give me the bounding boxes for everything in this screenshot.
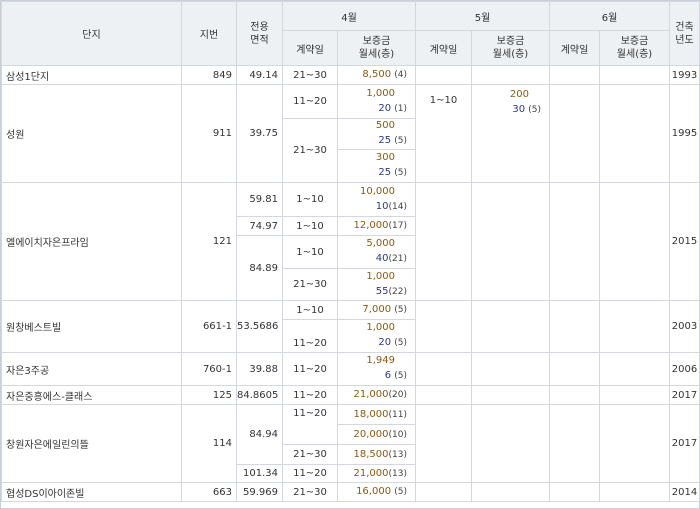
area-value: 84.89 xyxy=(236,235,283,301)
built-year: 1995 xyxy=(669,84,700,183)
contract-day: 21~30 xyxy=(282,65,338,85)
complex-name: 원창베스트빌 xyxy=(1,300,182,353)
contract-day: 21~30 xyxy=(282,444,338,465)
jun-contract-day-header: 계약일 xyxy=(549,30,600,66)
area-value: 101.34 xyxy=(236,464,283,483)
deposit-cell: 200 30 (5) xyxy=(471,84,550,183)
contract-day: 11~20 xyxy=(282,404,338,445)
area-value: 84.8605 xyxy=(236,385,283,405)
rent-transaction-table: 단지 지번 전용 면적 4월 5월 6월 건축 년도 계약일 보증금 월세(층)… xyxy=(1,1,700,502)
deposit-cell: 16,000 (5) xyxy=(337,482,416,502)
area-value: 53.5686 xyxy=(236,300,283,353)
complex-name: 창원자은에일린의뜰 xyxy=(1,404,182,483)
may-contract-day-header: 계약일 xyxy=(415,30,472,66)
deposit-cell: 7,000 (5) xyxy=(337,300,416,320)
table-row: 협성DS이아이존빌 663 59.969 21~30 16,000 (5) 20… xyxy=(1,482,700,502)
deposit-cell: 21,000(13) xyxy=(337,464,416,483)
complex-name: 협성DS이아이존빌 xyxy=(1,482,182,502)
area-value: 59.969 xyxy=(236,482,283,502)
complex-name: 삼성1단지 xyxy=(1,65,182,85)
table-row: 자은중흥에스-클래스 125 84.8605 11~20 21,000(20) … xyxy=(1,385,700,405)
built-year: 2017 xyxy=(669,385,700,405)
lot-number: 849 xyxy=(181,65,237,85)
contract-day: 1~10 xyxy=(282,216,338,236)
contract-day: 21~30 xyxy=(282,482,338,502)
table-row: 자은3주공 760-1 39.88 11~20 1,949 6 (5) 2006 xyxy=(1,352,700,386)
built-year: 2014 xyxy=(669,482,700,502)
col-header-area: 전용 면적 xyxy=(236,1,283,66)
contract-day: 1~10 xyxy=(282,300,338,320)
contract-day: 11~20 xyxy=(282,84,338,119)
area-value: 39.88 xyxy=(236,352,283,386)
table-row: 성원 911 39.75 11~20 1,000 20 (1) 1~10 200… xyxy=(1,84,700,183)
area-value: 39.75 xyxy=(236,84,283,183)
col-header-april: 4월 xyxy=(282,1,416,31)
area-value: 49.14 xyxy=(236,65,283,85)
contract-day: 11~20 xyxy=(282,352,338,386)
built-year: 2017 xyxy=(669,404,700,483)
deposit-cell: 500 25 (5) xyxy=(337,118,416,150)
deposit-cell: 12,000(17) xyxy=(337,216,416,236)
col-header-complex: 단지 xyxy=(1,1,182,66)
built-year: 2003 xyxy=(669,300,700,353)
contract-day: 21~30 xyxy=(282,118,338,183)
deposit-cell: 5,000 40(21) xyxy=(337,235,416,269)
lot-number: 661-1 xyxy=(181,300,237,353)
contract-day: 11~20 xyxy=(282,385,338,405)
jun-deposit-rent-header: 보증금 월세(층) xyxy=(599,30,670,66)
built-year: 2006 xyxy=(669,352,700,386)
complex-name: 성원 xyxy=(1,84,182,183)
lot-number: 121 xyxy=(181,182,237,301)
table-row: 엘에이치자은프라임 121 59.81 1~10 10,000 10(14) 2… xyxy=(1,182,700,301)
table-row: 창원자은에일린의뜰 114 84.94 11~20 18,000(11) 201… xyxy=(1,404,700,483)
col-header-built-year: 건축 년도 xyxy=(669,1,700,66)
deposit-cell: 1,000 20 (5) xyxy=(337,319,416,353)
deposit-cell: 18,000(11) xyxy=(337,404,416,425)
lot-number: 663 xyxy=(181,482,237,502)
may-deposit-rent-header: 보증금 월세(층) xyxy=(471,30,550,66)
col-header-june: 6월 xyxy=(549,1,670,31)
complex-name: 엘에이치자은프라임 xyxy=(1,182,182,301)
col-header-lot: 지번 xyxy=(181,1,237,66)
built-year: 2015 xyxy=(669,182,700,301)
apr-deposit-rent-header: 보증금 월세(층) xyxy=(337,30,416,66)
table-row: 원창베스트빌 661-1 53.5686 1~10 7,000 (5) 2003 xyxy=(1,300,700,353)
area-value: 59.81 xyxy=(236,182,283,217)
deposit-cell: 10,000 10(14) xyxy=(337,182,416,217)
deposit-cell: 1,000 20 (1) xyxy=(337,84,416,119)
deposit-cell: 20,000(10) xyxy=(337,424,416,445)
lot-number: 760-1 xyxy=(181,352,237,386)
deposit-cell: 18,500(13) xyxy=(337,444,416,465)
deposit-cell: 300 25 (5) xyxy=(337,149,416,183)
contract-day: 11~20 xyxy=(282,464,338,483)
area-value: 74.97 xyxy=(236,216,283,236)
complex-name: 자은중흥에스-클래스 xyxy=(1,385,182,405)
deposit-cell: 1,949 6 (5) xyxy=(337,352,416,386)
area-value: 84.94 xyxy=(236,404,283,465)
col-header-may: 5월 xyxy=(415,1,550,31)
deposit-cell: 21,000(20) xyxy=(337,385,416,405)
deposit-cell: 8,500 (4) xyxy=(337,65,416,85)
contract-day: 1~10 xyxy=(415,84,472,183)
contract-day: 1~10 xyxy=(282,235,338,269)
apr-contract-day-header: 계약일 xyxy=(282,30,338,66)
rent-transaction-table-panel: 단지 지번 전용 면적 4월 5월 6월 건축 년도 계약일 보증금 월세(층)… xyxy=(0,0,700,509)
table-row: 삼성1단지 849 49.14 21~30 8,500 (4) 1993 xyxy=(1,65,700,85)
lot-number: 114 xyxy=(181,404,237,483)
complex-name: 자은3주공 xyxy=(1,352,182,386)
lot-number: 125 xyxy=(181,385,237,405)
contract-day: 11~20 xyxy=(282,319,338,353)
contract-day: 1~10 xyxy=(282,182,338,217)
contract-day: 21~30 xyxy=(282,268,338,301)
built-year: 1993 xyxy=(669,65,700,85)
deposit-cell: 1,000 55(22) xyxy=(337,268,416,301)
lot-number: 911 xyxy=(181,84,237,183)
